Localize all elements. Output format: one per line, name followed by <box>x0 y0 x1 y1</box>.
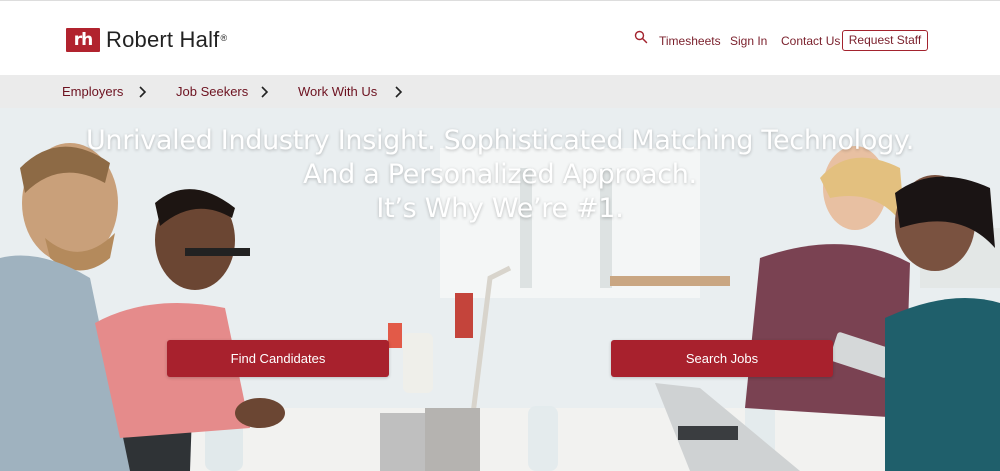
chevron-right-icon[interactable] <box>393 86 403 98</box>
registered-mark: ® <box>220 33 228 43</box>
secondary-nav: Employers Job Seekers Work With Us <box>0 75 1000 108</box>
rh-logo-mark: rh <box>66 28 100 52</box>
contact-us-link[interactable]: Contact Us <box>781 34 840 48</box>
headline-line-2: And a Personalized Approach. <box>303 159 697 190</box>
subnav-employers[interactable]: Employers <box>62 84 123 99</box>
subnav-work-with-us[interactable]: Work With Us <box>298 84 377 99</box>
search-jobs-button[interactable]: Search Jobs <box>611 340 833 377</box>
search-icon[interactable] <box>634 30 648 44</box>
request-staff-button[interactable]: Request Staff <box>842 30 928 51</box>
hero-banner: Unrivaled Industry Insight. Sophisticate… <box>0 108 1000 471</box>
logo-wordmark: Robert Half <box>106 27 220 52</box>
subnav-job-seekers[interactable]: Job Seekers <box>176 84 248 99</box>
sign-in-link[interactable]: Sign In <box>730 34 767 48</box>
chevron-right-icon[interactable] <box>137 86 147 98</box>
hero-headline: Unrivaled Industry Insight. Sophisticate… <box>0 124 1000 226</box>
timesheets-link[interactable]: Timesheets <box>659 34 721 48</box>
robert-half-logo[interactable]: rh Robert Half ® <box>66 27 227 53</box>
headline-line-1: Unrivaled Industry Insight. Sophisticate… <box>85 125 915 156</box>
find-candidates-button[interactable]: Find Candidates <box>167 340 389 377</box>
chevron-right-icon[interactable] <box>259 86 269 98</box>
headline-line-3: It’s Why We’re #1. <box>376 193 624 224</box>
site-header: rh Robert Half ® Timesheets Sign In Cont… <box>0 0 1000 75</box>
